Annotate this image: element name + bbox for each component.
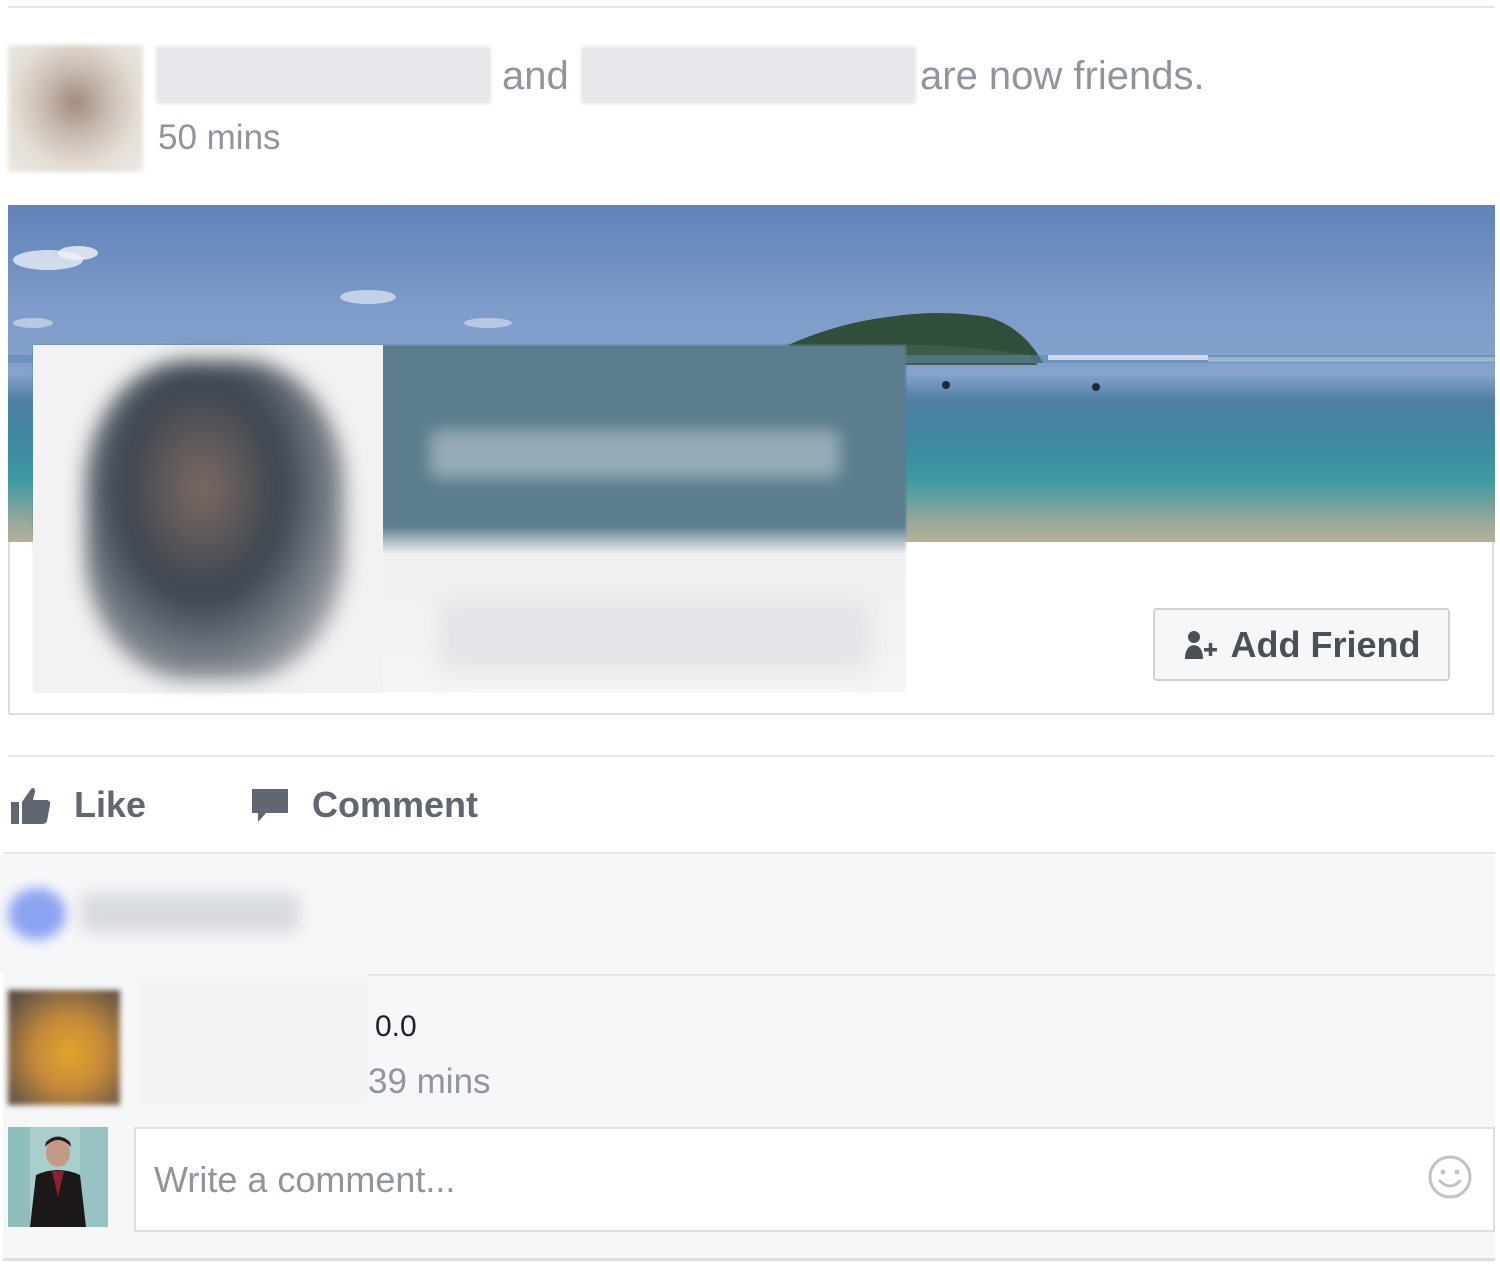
like-reaction-icon [8,888,66,940]
actor-avatar[interactable] [8,45,143,172]
comment-composer[interactable] [134,1127,1495,1232]
blurred-friend-profile-details [440,600,870,670]
blurred-commenter-name[interactable] [140,980,368,1105]
add-friend-icon [1183,629,1219,661]
add-friend-button[interactable]: Add Friend [1153,608,1450,681]
comment-button[interactable]: Comment [250,780,478,830]
blurred-reaction-count[interactable] [80,893,300,933]
commenter-avatar[interactable] [8,990,120,1105]
current-user-avatar[interactable] [8,1127,108,1227]
news-feed-story: and are now friends. 50 mins Add Friend … [0,0,1500,1268]
thumbs-up-icon [10,785,52,825]
headline-suffix: are now friends. [920,54,1205,98]
headline-connector: and [502,54,569,98]
speech-bubble-icon [250,785,290,825]
current-user-photo [8,1127,108,1227]
blurred-friend-profile-name[interactable] [430,430,840,478]
like-label: Like [74,784,147,825]
blurred-friend-name[interactable] [581,46,916,104]
add-friend-label: Add Friend [1230,623,1421,665]
comment-text: 0.0 [375,1010,417,1043]
like-button[interactable]: Like [10,780,146,830]
comment-timestamp[interactable]: 39 mins [368,1062,491,1102]
divider [8,6,1495,8]
divider [368,974,1495,976]
blurred-actor-name[interactable] [156,46,491,104]
story-timestamp[interactable]: 50 mins [158,118,281,158]
smiley-icon[interactable] [1427,1154,1473,1205]
blurred-profile-figure [85,360,345,680]
divider [3,1258,1495,1261]
divider [8,755,1495,757]
comment-input[interactable] [152,1157,1356,1202]
comment-label: Comment [312,784,479,825]
